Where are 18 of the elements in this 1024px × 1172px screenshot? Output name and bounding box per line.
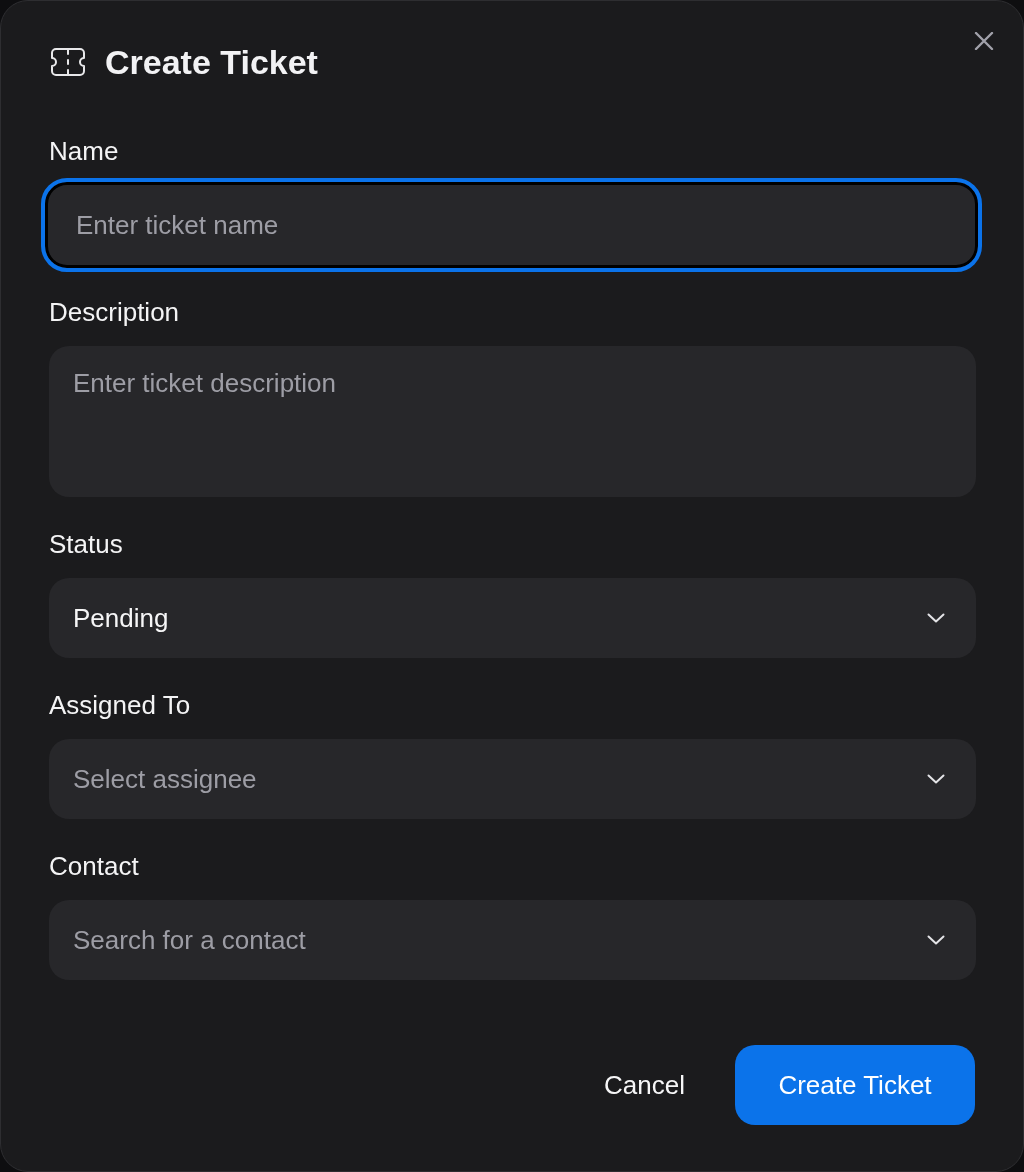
field-label: Contact xyxy=(49,851,139,881)
search-combobox-field[interactable]: Search for a contact xyxy=(49,900,976,980)
chevron-down-icon xyxy=(927,774,945,784)
ticket-icon xyxy=(50,47,86,77)
chevron-down-icon xyxy=(927,613,945,623)
field-label: Name xyxy=(49,136,119,166)
field-label: Assigned To xyxy=(49,690,191,720)
text-input-field[interactable]: Enter ticket name xyxy=(41,178,982,272)
chevron-down-icon[interactable] xyxy=(927,935,945,945)
text-area-field[interactable]: Enter ticket description xyxy=(49,346,976,497)
close-icon[interactable] xyxy=(974,32,994,50)
field-label: Status xyxy=(49,529,123,559)
submit-button[interactable]: Create Ticket xyxy=(735,1045,975,1125)
cancel-button[interactable]: Cancel xyxy=(580,1045,709,1125)
field-label: Description xyxy=(49,297,180,327)
dropdown-select[interactable]: Select assignee xyxy=(49,739,976,819)
dialog-title: Create Ticket xyxy=(105,42,318,83)
dropdown-select[interactable]: Pending xyxy=(49,578,976,658)
